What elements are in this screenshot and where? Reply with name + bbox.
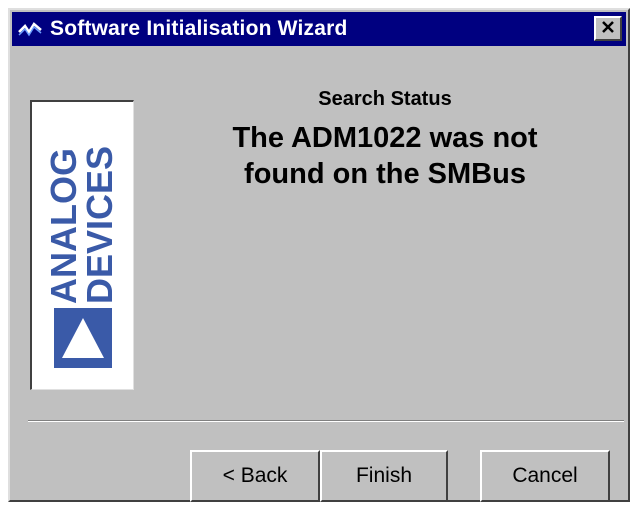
close-icon [601,20,615,38]
title-bar[interactable]: Software Initialisation Wizard [12,12,626,46]
wizard-window: Software Initialisation Wizard ANALOG DE… [8,8,630,502]
waveform-icon [16,15,44,43]
window-title: Software Initialisation Wizard [50,17,348,40]
status-message: The ADM1022 was not found on the SMBus [200,120,570,192]
finish-button[interactable]: Finish [320,450,448,502]
status-message-line1: The ADM1022 was not [232,122,538,154]
search-status-heading: Search Status [318,88,452,110]
separator [28,420,624,422]
logo-text-analog: ANALOG [43,148,84,304]
status-message-line2: found on the SMBus [244,158,526,190]
back-button[interactable]: < Back [190,450,320,502]
logo-text-devices: DEVICES [79,146,120,304]
close-button[interactable] [594,16,622,41]
cancel-button[interactable]: Cancel [480,450,610,502]
analog-devices-logo: ANALOG DEVICES [30,100,134,390]
triangle-logo-icon [54,308,112,368]
